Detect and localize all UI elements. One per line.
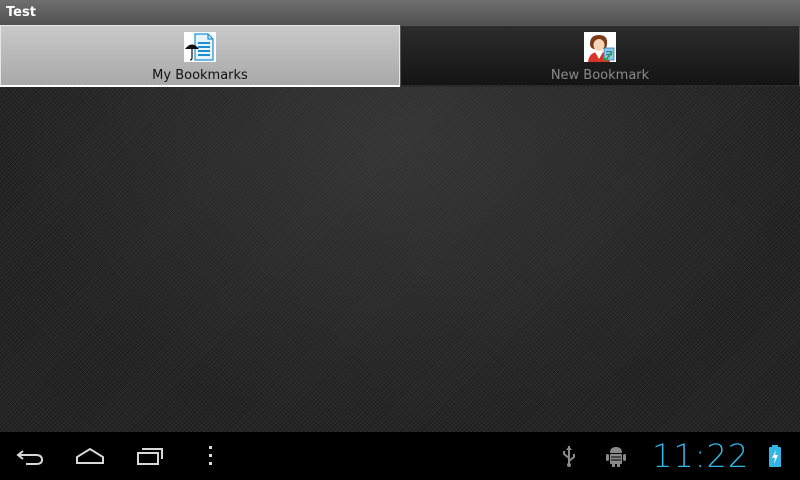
tab-label: My Bookmarks [152, 68, 248, 83]
home-icon[interactable] [74, 444, 106, 468]
back-icon[interactable] [14, 444, 46, 468]
battery-charging-icon [769, 445, 781, 467]
tab-bar: My Bookmarks New Bookmark [0, 25, 800, 87]
app-title: Test [0, 0, 800, 25]
main-content-area [0, 87, 800, 432]
status-clock: 11:22 [652, 437, 750, 475]
tab-label: New Bookmark [550, 68, 650, 83]
tab-new-bookmark[interactable]: New Bookmark [400, 25, 800, 87]
tab-my-bookmarks[interactable]: My Bookmarks [0, 25, 400, 87]
system-navigation-bar: 11:22 [0, 432, 800, 480]
recent-apps-icon[interactable] [134, 444, 166, 468]
person-bookmark-icon [584, 32, 616, 62]
bookmark-document-icon [184, 32, 216, 62]
android-debug-icon [606, 447, 626, 467]
menu-icon[interactable] [194, 444, 226, 468]
usb-icon [563, 446, 575, 467]
